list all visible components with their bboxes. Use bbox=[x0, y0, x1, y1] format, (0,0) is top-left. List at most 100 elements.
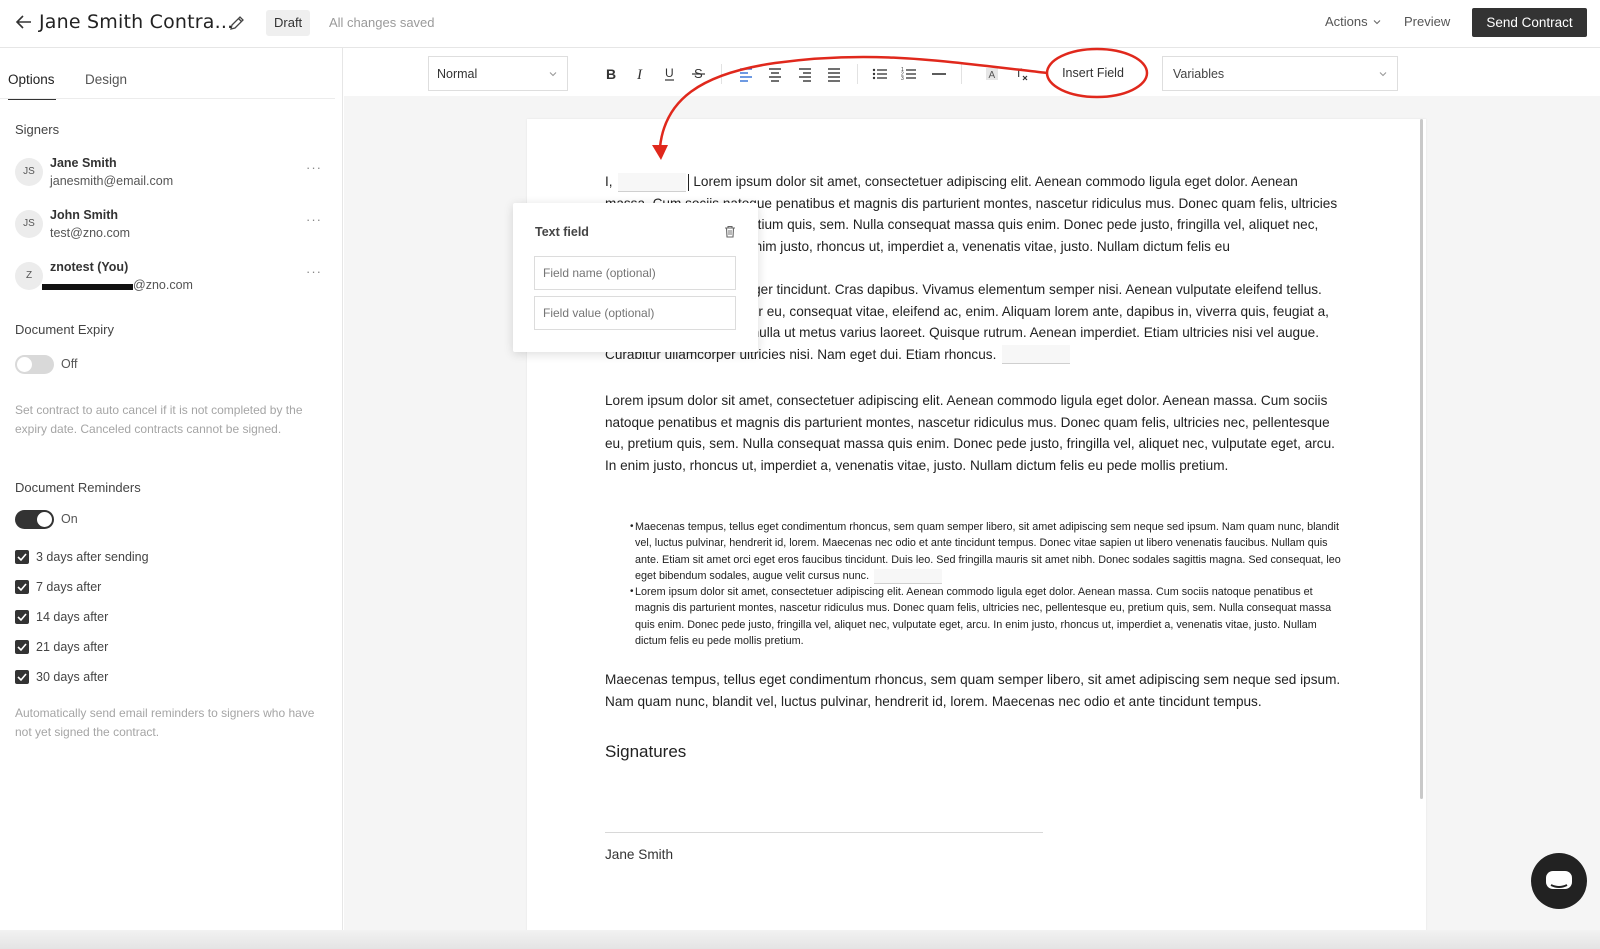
variables-dropdown[interactable]: Variables bbox=[1162, 56, 1398, 91]
svg-text:3: 3 bbox=[901, 76, 904, 82]
text-field-placeholder[interactable] bbox=[1002, 345, 1071, 365]
signer-name: znotest (You) bbox=[50, 260, 129, 274]
scrollbar-thumb[interactable] bbox=[1420, 119, 1423, 799]
reminder-option-label: 7 days after bbox=[36, 580, 102, 594]
text-color-icon[interactable]: A bbox=[983, 65, 1001, 83]
avatar: Z bbox=[15, 262, 43, 290]
document-reminders-heading: Document Reminders bbox=[15, 480, 141, 495]
send-contract-button[interactable]: Send Contract bbox=[1472, 8, 1587, 37]
signer-email: @zno.com bbox=[133, 278, 193, 292]
align-justify-icon[interactable] bbox=[825, 65, 843, 83]
signature-line bbox=[605, 832, 1043, 833]
text-cursor bbox=[688, 173, 690, 191]
list-item[interactable]: Lorem ipsum dolor sit amet, consectetuer… bbox=[635, 584, 1345, 649]
field-name-input[interactable] bbox=[534, 256, 736, 290]
text-field-placeholder[interactable] bbox=[874, 568, 943, 584]
svg-text:T: T bbox=[1015, 66, 1023, 80]
align-center-icon[interactable] bbox=[766, 65, 784, 83]
actions-menu-button[interactable]: Actions bbox=[1325, 14, 1381, 29]
svg-text:I: I bbox=[636, 67, 643, 83]
top-bar: Jane Smith Contra... Draft All changes s… bbox=[0, 0, 1600, 48]
list-item-text: Lorem ipsum dolor sit amet, consectetuer… bbox=[635, 586, 1332, 647]
svg-text:U: U bbox=[665, 66, 674, 80]
reminder-option-label: 14 days after bbox=[36, 610, 109, 624]
avatar: JS bbox=[15, 158, 43, 186]
checkmark-icon bbox=[17, 553, 27, 562]
chat-bubble-icon bbox=[1546, 871, 1572, 889]
tab-design[interactable]: Design bbox=[85, 72, 127, 87]
bottom-edge bbox=[0, 930, 1600, 949]
text-style-dropdown[interactable]: Normal bbox=[428, 56, 568, 91]
reminder-option-label: 21 days after bbox=[36, 640, 109, 654]
expiry-help-text: Set contract to auto cancel if it is not… bbox=[15, 403, 303, 436]
trash-icon[interactable] bbox=[724, 225, 736, 238]
redaction-bar bbox=[42, 284, 133, 290]
checkbox-checked[interactable] bbox=[15, 580, 29, 594]
strikethrough-icon[interactable]: S bbox=[690, 65, 708, 83]
signer-email: test@zno.com bbox=[50, 226, 131, 240]
more-options-icon[interactable]: ··· bbox=[306, 264, 322, 279]
underline-icon[interactable]: U bbox=[661, 65, 679, 83]
checkmark-icon bbox=[17, 613, 27, 622]
back-arrow-icon[interactable] bbox=[14, 12, 34, 32]
list-item[interactable]: Maecenas tempus, tellus eget condimentum… bbox=[635, 519, 1345, 584]
reminders-toggle[interactable] bbox=[15, 510, 54, 529]
divider bbox=[0, 98, 335, 99]
italic-icon[interactable]: I bbox=[632, 65, 650, 83]
checkbox-checked[interactable] bbox=[15, 670, 29, 684]
paragraph[interactable]: Lorem ipsum dolor sit amet, consectetuer… bbox=[605, 390, 1345, 476]
toggle-knob bbox=[17, 357, 32, 372]
checkbox-checked[interactable] bbox=[15, 610, 29, 624]
toggle-knob bbox=[37, 512, 52, 527]
paragraph-text: Maecenas tempus, tellus eget condimentum… bbox=[605, 672, 1341, 709]
horizontal-rule-icon[interactable] bbox=[930, 65, 948, 83]
numbered-list-icon[interactable]: 123 bbox=[900, 65, 918, 83]
list-item-text: Maecenas tempus, tellus eget condimentum… bbox=[635, 521, 1341, 582]
status-badge: Draft bbox=[266, 10, 311, 36]
chat-launcher-button[interactable] bbox=[1531, 853, 1587, 909]
clear-formatting-icon[interactable]: T bbox=[1012, 65, 1030, 83]
signer-row[interactable]: JS Jane Smith janesmith@email.com ··· bbox=[15, 156, 335, 196]
preview-button[interactable]: Preview bbox=[1404, 14, 1450, 29]
variables-label: Variables bbox=[1173, 67, 1225, 81]
align-right-icon[interactable] bbox=[796, 65, 814, 83]
reminder-option-label: 30 days after bbox=[36, 670, 109, 684]
checkbox-checked[interactable] bbox=[15, 550, 29, 564]
checkmark-icon bbox=[17, 643, 27, 652]
reminders-toggle-label: On bbox=[61, 512, 78, 526]
signer-row[interactable]: Z znotest (You) @zno.com ··· bbox=[15, 260, 335, 300]
signer-row[interactable]: JS John Smith test@zno.com ··· bbox=[15, 208, 335, 248]
svg-text:A: A bbox=[989, 70, 996, 81]
signer-email: janesmith@email.com bbox=[50, 174, 174, 188]
paragraph[interactable]: Maecenas tempus, tellus eget condimentum… bbox=[605, 669, 1345, 712]
bulleted-list-icon[interactable] bbox=[871, 65, 889, 83]
toolbar-divider bbox=[961, 64, 962, 84]
expiry-toggle[interactable] bbox=[15, 355, 54, 374]
more-options-icon[interactable]: ··· bbox=[306, 160, 322, 175]
signatures-heading: Signatures bbox=[605, 742, 687, 761]
signers-heading: Signers bbox=[15, 122, 60, 137]
bullet-marker: • bbox=[630, 586, 634, 597]
save-status: All changes saved bbox=[329, 15, 435, 30]
checkmark-icon bbox=[17, 583, 27, 592]
options-sidebar: Options Design Signers JS Jane Smith jan… bbox=[0, 48, 343, 949]
align-left-icon[interactable] bbox=[737, 65, 755, 83]
more-options-icon[interactable]: ··· bbox=[306, 212, 322, 227]
field-value-input[interactable] bbox=[534, 296, 736, 330]
text-style-value: Normal bbox=[437, 67, 478, 81]
tab-options[interactable]: Options bbox=[8, 72, 55, 87]
paragraph-text: Lorem ipsum dolor sit amet, consectetuer… bbox=[605, 393, 1335, 473]
insert-field-button[interactable]: Insert Field bbox=[1045, 58, 1141, 88]
popover-title: Text field bbox=[535, 225, 589, 239]
checkbox-checked[interactable] bbox=[15, 640, 29, 654]
bold-icon[interactable]: B bbox=[602, 65, 620, 83]
signer-signature-name: Jane Smith bbox=[605, 847, 674, 862]
reminders-help-text: Automatically send email reminders to si… bbox=[15, 706, 315, 739]
text-field-placeholder[interactable] bbox=[618, 172, 687, 192]
pencil-icon[interactable] bbox=[228, 14, 246, 32]
document-title[interactable]: Jane Smith Contra... bbox=[39, 11, 233, 33]
signer-name: John Smith bbox=[50, 208, 119, 222]
reminder-option-label: 3 days after sending bbox=[36, 550, 149, 564]
chevron-down-icon bbox=[1373, 20, 1381, 25]
chevron-down-icon bbox=[549, 72, 557, 77]
